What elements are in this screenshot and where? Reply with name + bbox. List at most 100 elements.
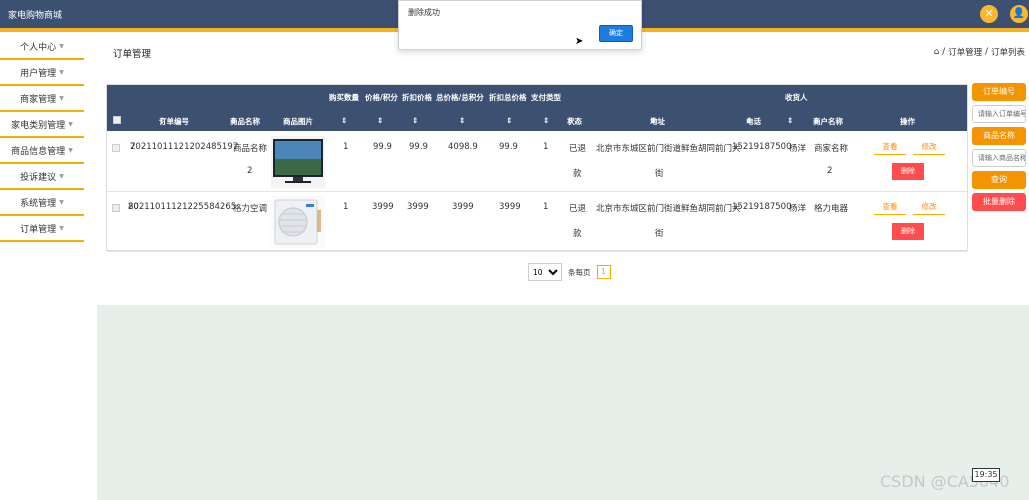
- page-title: 订单管理: [113, 49, 152, 60]
- per-page-label: 条每页: [568, 267, 591, 277]
- delete-button[interactable]: 删除: [892, 223, 924, 240]
- col-header-discount-price: 折扣价格: [402, 93, 432, 102]
- sidebar-item-complaints[interactable]: 投诉建议 ▼: [0, 164, 84, 190]
- pay-type-cell: 1: [543, 202, 549, 212]
- edit-button[interactable]: 修改: [913, 141, 945, 155]
- col-header-product-image: 商品图片: [283, 117, 313, 126]
- product-name-cell: 格力空调: [233, 204, 268, 214]
- status-cell: 已退: [569, 144, 587, 154]
- receiver-cell: 杨洋: [789, 144, 807, 154]
- discount-total-cell: 99.9: [499, 142, 518, 152]
- chevron-down-icon: ▼: [59, 94, 64, 102]
- app-title: 家电购物商城: [8, 11, 63, 21]
- ok-button[interactable]: 确定: [599, 25, 633, 42]
- product-name-cell: 商品名称: [233, 144, 268, 154]
- view-button[interactable]: 查看: [874, 141, 906, 155]
- price-cell: 3999: [372, 202, 394, 212]
- sort-icon[interactable]: ⇕: [787, 116, 793, 125]
- row-checkbox[interactable]: [112, 144, 120, 152]
- search-button[interactable]: 查询: [972, 171, 1026, 189]
- page-size-select[interactable]: 10: [528, 263, 562, 281]
- col-header-phone[interactable]: 电话 ⇕: [746, 116, 761, 126]
- col-header-merchant[interactable]: 商户名称 ⇕: [813, 116, 843, 126]
- merchant-cell: 商家名称: [814, 144, 849, 154]
- phone-cell: 15219187500: [732, 142, 792, 152]
- col-header-discount-total: 折扣总价格: [489, 93, 527, 102]
- search-panel: 订单编号 请输入订单编号 商品名称 请输入商品名称 查询 批量删除: [972, 83, 1028, 211]
- sidebar-item-users[interactable]: 用户管理 ▼: [0, 60, 84, 86]
- col-header-quantity: 购买数量: [329, 93, 359, 102]
- total-cell: 3999: [452, 202, 474, 212]
- col-header-product-name[interactable]: 商品名称 ⇕: [230, 116, 260, 126]
- discount-price-cell: 3999: [407, 202, 429, 212]
- phone-cell: 15219187500: [732, 202, 792, 212]
- chevron-down-icon: ▼: [59, 68, 64, 76]
- close-icon[interactable]: ✕: [980, 5, 998, 23]
- sort-icon[interactable]: ⇕: [506, 116, 512, 125]
- address-cell: 北京市东城区前门街道鲜鱼胡同前门大: [596, 204, 741, 214]
- content-background: [97, 305, 1029, 500]
- sidebar-item-merchants[interactable]: 商家管理 ▼: [0, 86, 84, 112]
- view-button[interactable]: 查看: [874, 201, 906, 215]
- status-cell: 款: [573, 169, 582, 179]
- home-icon[interactable]: ⌂: [934, 47, 939, 57]
- table-header: 购买数量 价格/积分 折扣价格 总价格/总积分 折扣总价格 支付类型 收货人 订…: [107, 85, 967, 131]
- sidebar-item-orders[interactable]: 订单管理 ▼: [0, 216, 84, 242]
- sidebar-item-products[interactable]: 商品信息管理 ▼: [0, 138, 84, 164]
- merchant-cell: 格力电器: [814, 204, 849, 214]
- sort-icon[interactable]: ⇕: [341, 116, 347, 125]
- breadcrumb-item[interactable]: 订单管理: [948, 46, 982, 58]
- select-all-checkbox[interactable]: [113, 116, 121, 124]
- alert-dialog: 删除成功 确定: [398, 0, 642, 50]
- product-name-input[interactable]: 请输入商品名称: [972, 149, 1026, 167]
- chevron-down-icon: ▼: [59, 198, 64, 206]
- sort-icon[interactable]: ⇕: [377, 116, 383, 125]
- product-name-cell: 2: [247, 166, 253, 176]
- col-header-status[interactable]: 状态 ⇕: [567, 116, 582, 126]
- table-row: 20211011121202485197 7 商品名称 2 1 99.9 99.9…: [107, 132, 967, 192]
- sidebar-item-system[interactable]: 系统管理 ▼: [0, 190, 84, 216]
- product-image-air-conditioner: [271, 196, 325, 248]
- status-cell: 款: [573, 229, 582, 239]
- order-no-input[interactable]: 请输入订单编号: [972, 105, 1026, 123]
- chevron-down-icon: ▼: [59, 224, 64, 232]
- table-row: 20211011121225584265 80 格力空调 1 3999 3999 …: [107, 192, 967, 252]
- sort-icon[interactable]: ⇕: [543, 116, 549, 125]
- col-header-total: 总价格/总积分: [436, 93, 484, 102]
- sort-icon[interactable]: ⇕: [412, 116, 418, 125]
- pagination: 10 条每页 1: [528, 263, 611, 281]
- breadcrumb-item: 订单列表: [990, 48, 1025, 58]
- page-button[interactable]: 1: [596, 265, 611, 279]
- sidebar: 个人中心 ▼ 用户管理 ▼ 商家管理 ▼ 家电类别管理 ▼ 商品信息管理 ▼ 投诉建议 ▼ …: [0, 34, 84, 242]
- price-cell: 99.9: [373, 142, 392, 152]
- address-cell: 街: [655, 229, 664, 239]
- sidebar-item-personal-center[interactable]: 个人中心 ▼: [0, 34, 84, 60]
- delete-button[interactable]: 删除: [892, 163, 924, 180]
- quantity-cell: 1: [343, 142, 349, 152]
- discount-price-cell: 99.9: [409, 142, 428, 152]
- edit-button[interactable]: 修改: [913, 201, 945, 215]
- sidebar-item-categories[interactable]: 家电类别管理 ▼: [0, 112, 84, 138]
- address-cell: 街: [655, 169, 664, 179]
- row-checkbox[interactable]: [112, 204, 120, 212]
- mouse-cursor-icon: ➤: [575, 36, 584, 47]
- discount-total-cell: 3999: [499, 202, 521, 212]
- sort-icon[interactable]: ⇕: [459, 116, 465, 125]
- col-header-order-no[interactable]: 订单编号 ⇕: [159, 116, 189, 126]
- product-name-label: 商品名称: [972, 127, 1026, 145]
- orders-table: 购买数量 价格/积分 折扣价格 总价格/总积分 折扣总价格 支付类型 收货人 订…: [106, 84, 968, 252]
- col-header-actions: 操作: [900, 117, 915, 126]
- clock: 19:35: [972, 468, 1000, 482]
- col-header-receiver: 收货人: [785, 93, 808, 102]
- chevron-down-icon: ▼: [68, 120, 73, 128]
- user-icon[interactable]: 👤: [1010, 5, 1028, 23]
- breadcrumb: ⌂ / 订单管理 / 订单列表: [933, 46, 1025, 58]
- chevron-down-icon: ▼: [59, 172, 64, 180]
- col-header-pay-type: 支付类型: [531, 93, 561, 102]
- col-header-address[interactable]: 地址 ⇕: [650, 116, 665, 126]
- merchant-cell: 2: [827, 166, 833, 176]
- chevron-down-icon: ▼: [68, 146, 73, 154]
- address-cell: 北京市东城区前门街道鲜鱼胡同前门大: [596, 144, 741, 154]
- pay-type-cell: 1: [543, 142, 549, 152]
- batch-delete-button[interactable]: 批量删除: [972, 193, 1026, 211]
